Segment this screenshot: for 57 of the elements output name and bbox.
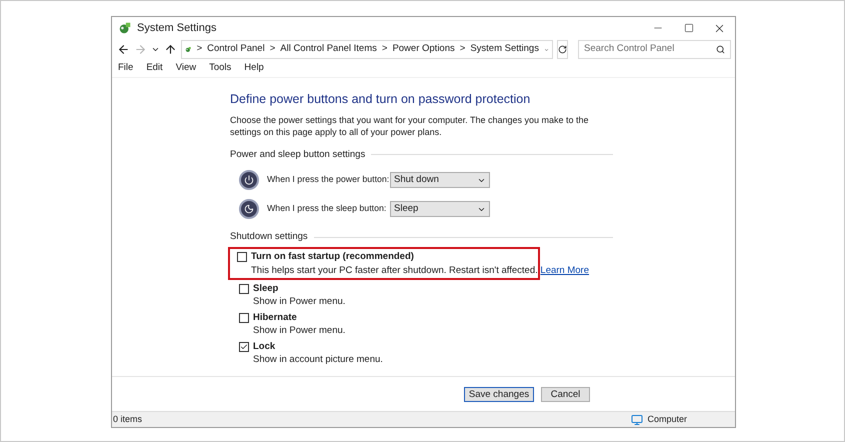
refresh-button[interactable] (557, 40, 568, 59)
intro-text: Choose the power settings that you want for your computer. The changes you make to the settings on this page apply to all of your power plans. (230, 114, 590, 138)
back-button[interactable] (117, 43, 130, 56)
menu-item[interactable]: Tools (209, 61, 232, 76)
checkbox[interactable] (239, 312, 249, 323)
search-field[interactable]: Search Control Panel (578, 40, 731, 59)
option-description: Show in Power menu. (253, 325, 346, 336)
checkbox[interactable] (239, 284, 249, 294)
cancel-button[interactable]: Cancel (541, 386, 590, 402)
dropdown[interactable]: Sleep (390, 201, 490, 217)
learn-more-link[interactable]: Learn More (540, 264, 590, 276)
up-button[interactable] (164, 43, 177, 56)
search-icon (716, 45, 725, 54)
checkbox[interactable] (237, 252, 247, 262)
menu-item[interactable]: File (118, 61, 134, 76)
recent-locations-button[interactable] (151, 45, 160, 54)
sleep-icon (239, 199, 259, 219)
menu-item[interactable]: View (176, 61, 196, 76)
option-description: Show in Power menu. (253, 296, 346, 307)
breadcrumb[interactable]: All Control Panel Items (280, 42, 377, 57)
up-icon (164, 43, 177, 56)
page-heading: Define power buttons and turn on password protection (230, 91, 532, 108)
window-title: System Settings (137, 20, 216, 36)
option-label: Lock (253, 340, 276, 354)
maximize-icon (684, 23, 694, 33)
setting-label: When I press the sleep button: (267, 202, 385, 216)
option-label: Turn on fast startup (recommended) (251, 250, 414, 264)
address-bar[interactable]: > Control Panel > All Control Panel Items > Power Options > System Settings (181, 40, 553, 59)
dropdown[interactable]: Shut down (390, 172, 490, 188)
breadcrumb[interactable]: Control Panel (207, 42, 265, 57)
breadcrumb[interactable]: Power Options (392, 42, 455, 57)
chevron-down-icon (151, 45, 160, 54)
refresh-icon (558, 45, 567, 54)
breadcrumb-separator: > (382, 42, 388, 56)
section-title: Shutdown settings (230, 230, 308, 244)
section-title: Power and sleep button settings (230, 148, 366, 162)
breadcrumb-separator: > (270, 42, 276, 56)
item-count: 0 items (112, 412, 142, 426)
control-panel-icon (118, 21, 132, 35)
option-description: This helps start your PC faster after shutdown. Restart isn't affected. (251, 264, 538, 276)
option-label: Sleep (253, 282, 278, 296)
forward-icon (134, 43, 147, 56)
option-label: Hibernate (253, 310, 297, 325)
option-description: Show in account picture menu. (253, 354, 383, 366)
menu-item[interactable]: Edit (146, 61, 163, 76)
back-icon (117, 43, 130, 56)
breadcrumb[interactable]: System Settings (470, 42, 539, 57)
power-icon (239, 170, 259, 190)
location-label: Computer (647, 412, 687, 426)
save-button[interactable]: Save changes (464, 386, 534, 402)
search-input[interactable]: Search Control Panel (584, 42, 716, 57)
computer-icon (631, 414, 644, 426)
breadcrumb-separator: > (196, 42, 202, 56)
menu-item[interactable]: Help (244, 61, 264, 76)
checkbox[interactable] (239, 342, 249, 352)
check-icon (240, 343, 248, 352)
breadcrumb-separator: > (460, 42, 466, 56)
